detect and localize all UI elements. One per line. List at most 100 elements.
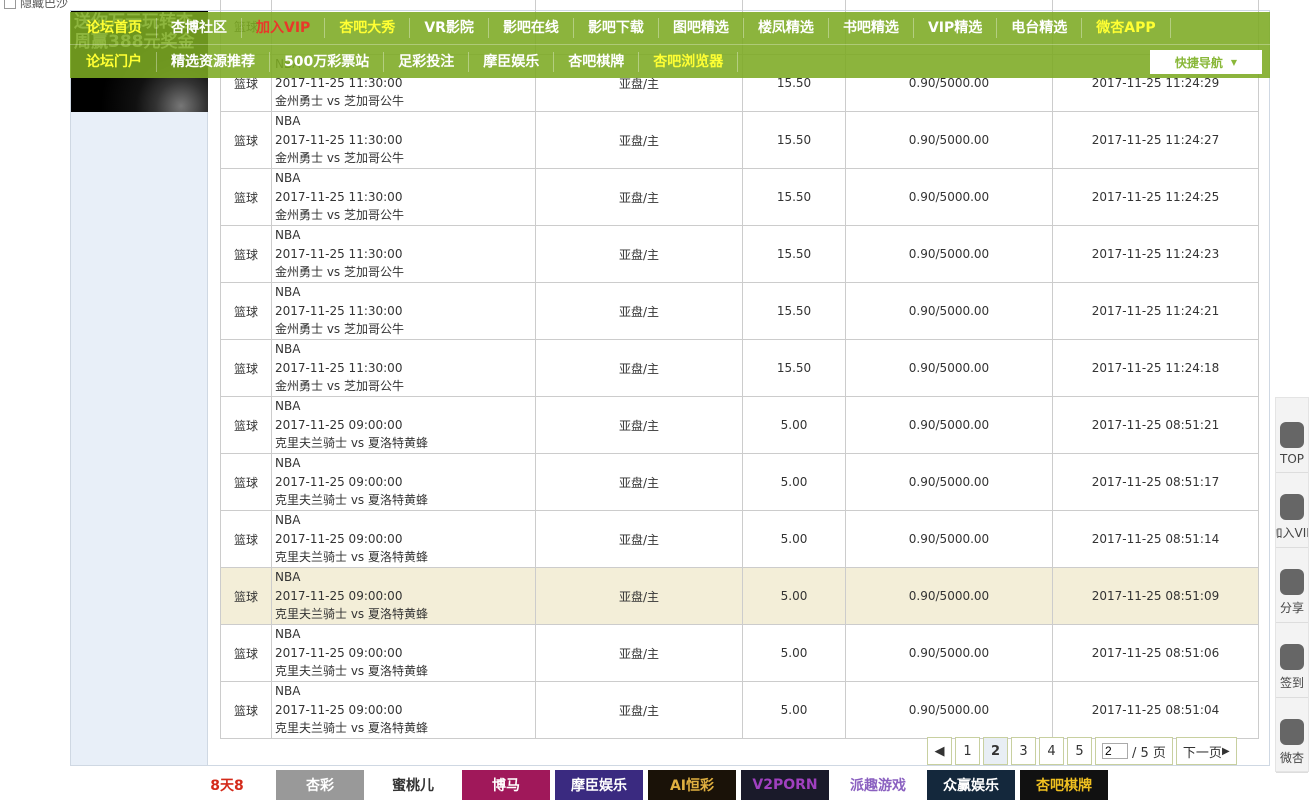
sponsor-logo[interactable]: 众赢娱乐 [927,770,1015,800]
nav-link[interactable]: 摩臣娱乐 [469,51,555,72]
nav-link[interactable]: VR影院 [410,18,489,38]
sponsor-logo[interactable]: V2PORN [741,770,829,800]
float-label: TOP [1279,452,1304,466]
float-item[interactable]: 加入VIP [1276,473,1308,548]
nav-link[interactable]: 500万彩票站 [270,51,385,72]
table-row: 篮球 NBA 2017-11-25 09:00:00 克里夫兰骑士 vs 夏洛特黄蜂 亚… [220,624,1259,682]
odds-cell: 0.90/5000.00 [845,282,1053,340]
match-date: 2017-11-25 09:00:00 [275,645,403,660]
time-cell: 2017-11-25 11:24:23 [1052,225,1259,283]
odds-cell: 0.90/5000.00 [845,624,1053,682]
float-item[interactable]: 签到 [1276,623,1308,698]
caret-right-icon: ▶ [1221,745,1230,757]
value-cell: 5.00 [742,453,846,511]
page-4-button[interactable]: 4 [1039,737,1064,765]
type-cell: 亚盘/主 [535,567,743,625]
next-page-button[interactable]: 下一页 ▶ [1175,737,1237,765]
nav-link[interactable]: 图吧精选 [659,18,744,38]
nav-link[interactable]: 加入VIP [242,18,326,38]
time-cell: 2017-11-25 11:24:21 [1052,282,1259,340]
time-cell: 2017-11-25 11:24:18 [1052,339,1259,397]
match-date: 2017-11-25 09:00:00 [275,417,403,432]
sponsor-logo[interactable]: 8天8 [183,770,271,800]
nav-link[interactable]: 楼凤精选 [744,18,829,38]
match-cell: NBA 2017-11-25 09:00:00 克里夫兰骑士 vs 夏洛特黄蜂 [271,681,536,739]
page-total: / 5 页 [1132,745,1166,761]
match-match: 金州勇士 vs 芝加哥公牛 [275,94,404,109]
page-input[interactable] [1102,743,1128,759]
hide-checkbox[interactable]: 隐藏巴沙 [4,0,68,11]
sponsor-logo[interactable]: 摩臣娱乐 [555,770,643,800]
value-cell: 15.50 [742,111,846,169]
nav-link[interactable]: 足彩投注 [384,51,470,72]
quick-nav-label: 快捷导航 [1174,55,1223,70]
page-jump: / 5 页 [1095,737,1173,765]
match-date: 2017-11-25 09:00:00 [275,474,403,489]
match-cell: NBA 2017-11-25 09:00:00 克里夫兰骑士 vs 夏洛特黄蜂 [271,624,536,682]
nav-link[interactable]: 杏博社区 [157,18,242,38]
time-cell: 2017-11-25 11:24:25 [1052,168,1259,226]
nav-link[interactable]: 杏吧浏览器 [639,51,739,72]
main-container: 篮球 篮球NBA2017-11-25 11:30:00金州勇士 vs 芝加哥公牛… [70,0,1270,766]
page-5-button[interactable]: 5 [1067,737,1092,765]
value-cell: 5.00 [742,624,846,682]
page-3-button[interactable]: 3 [1011,737,1036,765]
type-cell: 亚盘/主 [535,225,743,283]
bet-table: 篮球 篮球NBA2017-11-25 11:30:00金州勇士 vs 芝加哥公牛… [220,0,1259,739]
match-cell: NBA 2017-11-25 11:30:00 金州勇士 vs 芝加哥公牛 [271,339,536,397]
nav-link[interactable]: 杏吧大秀 [325,18,411,38]
nav-link[interactable]: 杏吧棋牌 [554,51,640,72]
nav-link[interactable]: VIP精选 [914,18,998,38]
match-date: 2017-11-25 09:00:00 [275,588,403,603]
float-item[interactable]: 微杏 [1276,698,1308,773]
sponsor-logos: 8天8 杏彩 蜜桃儿 博马 摩臣娱乐 AI恒彩 V2PORN 派趣游戏 众赢娱乐 杏吧棋牌 [183,770,1108,800]
value-cell: 5.00 [742,510,846,568]
type-cell: 亚盘/主 [535,168,743,226]
time-cell: 2017-11-25 08:51:06 [1052,624,1259,682]
sponsor-logo[interactable]: 杏吧棋牌 [1020,770,1108,800]
sponsor-logo[interactable]: 蜜桃儿 [369,770,457,800]
page-2-button[interactable]: 2 [983,737,1008,765]
nav-link[interactable]: 论坛首页 [72,18,157,38]
sponsor-logo[interactable]: AI恒彩 [648,770,736,800]
top-nav: 送你万元玩转杏 周赢388元奖金 论坛首页 杏博社区 加入VIP 杏吧大秀 VR影院 影吧… [70,12,1270,78]
next-label: 下一页 [1182,745,1222,761]
time-cell: 2017-11-25 08:51:21 [1052,396,1259,454]
nav-link[interactable]: 论坛门户 [72,51,157,72]
nav-link[interactable]: 书吧精选 [829,18,914,38]
match-cell: NBA 2017-11-25 11:30:00 金州勇士 vs 芝加哥公牛 [271,282,536,340]
floating-toolbar: TOP 加入VIP 分享签到微杏 [1275,397,1309,773]
odds-cell: 0.90/5000.00 [845,339,1053,397]
match-cell: NBA 2017-11-25 11:30:00 金州勇士 vs 芝加哥公牛 [271,168,536,226]
type-cell: 亚盘/主 [535,396,743,454]
sponsor-logo[interactable]: 派趣游戏 [834,770,922,800]
float-label: 签到 [1279,676,1304,690]
nav-link[interactable]: 电台精选 [997,18,1083,38]
value-cell: 5.00 [742,681,846,739]
match-league: NBA [275,114,301,129]
prev-page-button[interactable]: ◀ [927,737,952,765]
type-cell: 亚盘/主 [535,624,743,682]
match-match: 克里夫兰骑士 vs 夏洛特黄蜂 [275,664,428,679]
page-1-button[interactable]: 1 [955,737,980,765]
nav-link[interactable]: 微杏APP [1082,18,1171,38]
table-row: 篮球NBA 2017-11-25 11:30:00 金州勇士 vs 芝加哥公牛 亚盘/… [220,168,1259,226]
nav-link[interactable]: 影吧在线 [489,18,574,38]
sport-cell: 篮球 [220,111,272,169]
match-league: NBA [275,228,301,243]
sponsor-logo[interactable]: 杏彩 [276,770,364,800]
float-item[interactable]: TOP [1276,398,1308,473]
float-item[interactable]: 分享 [1276,548,1308,623]
nav-link[interactable]: 影吧下载 [574,18,659,38]
table-row: 篮球 NBA 2017-11-25 09:00:00 克里夫兰骑士 vs 夏洛特黄蜂 亚… [220,681,1259,739]
table-row: 篮球 NBA 2017-11-25 09:00:00 克里夫兰骑士 vs 夏洛特黄蜂 亚… [220,510,1259,568]
caret-down-icon: ▼ [1230,57,1238,67]
match-match: 克里夫兰骑士 vs 夏洛特黄蜂 [275,607,428,622]
sport-cell: 篮球 [220,624,272,682]
quick-nav-button[interactable]: 快捷导航 ▼ [1150,50,1262,74]
nav-link[interactable]: 精选资源推荐 [157,51,270,72]
sponsor-logo[interactable]: 博马 [462,770,550,800]
float-icon [1280,644,1304,670]
match-league: NBA [275,456,301,471]
checkbox[interactable] [4,0,16,9]
